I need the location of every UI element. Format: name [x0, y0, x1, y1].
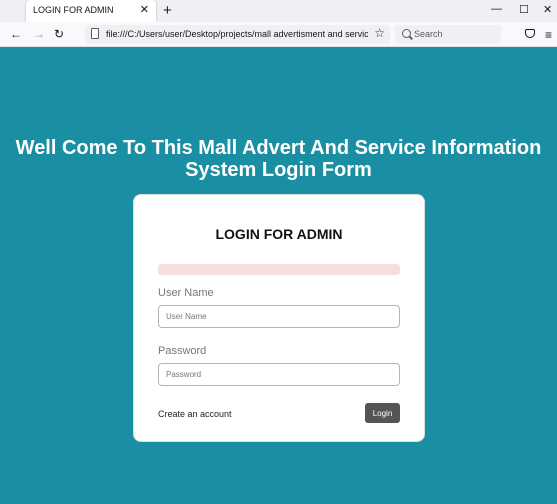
maximize-button[interactable]: ☐: [519, 3, 529, 16]
page-icon: [91, 28, 99, 39]
create-account-link[interactable]: Create an account: [158, 409, 232, 419]
url-text[interactable]: file:///C:/Users/user/Desktop/projects/m…: [106, 29, 368, 39]
tab-close-icon[interactable]: ✕: [140, 3, 149, 16]
back-arrow-icon[interactable]: ←: [10, 27, 22, 41]
username-label: User Name: [158, 287, 214, 299]
tab-bar: LOGIN FOR ADMIN ✕ + — ☐ ✕: [0, 0, 557, 22]
minimize-button[interactable]: —: [491, 3, 502, 15]
bookmark-star-icon[interactable]: ☆: [374, 26, 385, 40]
login-button[interactable]: Login: [365, 403, 400, 423]
browser-tab[interactable]: LOGIN FOR ADMIN ✕: [26, 0, 156, 22]
heading-line-1: Well Come To This Mall Advert And Servic…: [15, 137, 542, 159]
search-icon: [402, 29, 411, 38]
window-close-button[interactable]: ✕: [543, 3, 552, 16]
reload-icon[interactable]: ↻: [54, 27, 64, 41]
forward-arrow-icon[interactable]: →: [33, 27, 45, 41]
navigation-bar: ← → ↻ file:///C:/Users/user/Desktop/proj…: [0, 22, 557, 47]
menu-icon[interactable]: ≡: [545, 28, 552, 42]
new-tab-button[interactable]: +: [163, 2, 172, 19]
error-alert: [158, 264, 400, 275]
password-input[interactable]: [158, 363, 400, 386]
heading-line-2: System Login Form: [185, 159, 372, 181]
password-label: Password: [158, 345, 207, 357]
form-title: LOGIN FOR ADMIN: [215, 226, 343, 242]
tab-title: LOGIN FOR ADMIN: [33, 5, 114, 15]
address-bar[interactable]: file:///C:/Users/user/Desktop/projects/m…: [85, 25, 390, 44]
search-bar[interactable]: Search: [395, 25, 501, 44]
page-heading: Well Come To This Mall Advert And Servic…: [0, 137, 557, 181]
login-card: LOGIN FOR ADMIN User Name Password Creat…: [133, 194, 425, 442]
search-placeholder: Search: [414, 29, 443, 39]
username-input[interactable]: [158, 305, 400, 328]
